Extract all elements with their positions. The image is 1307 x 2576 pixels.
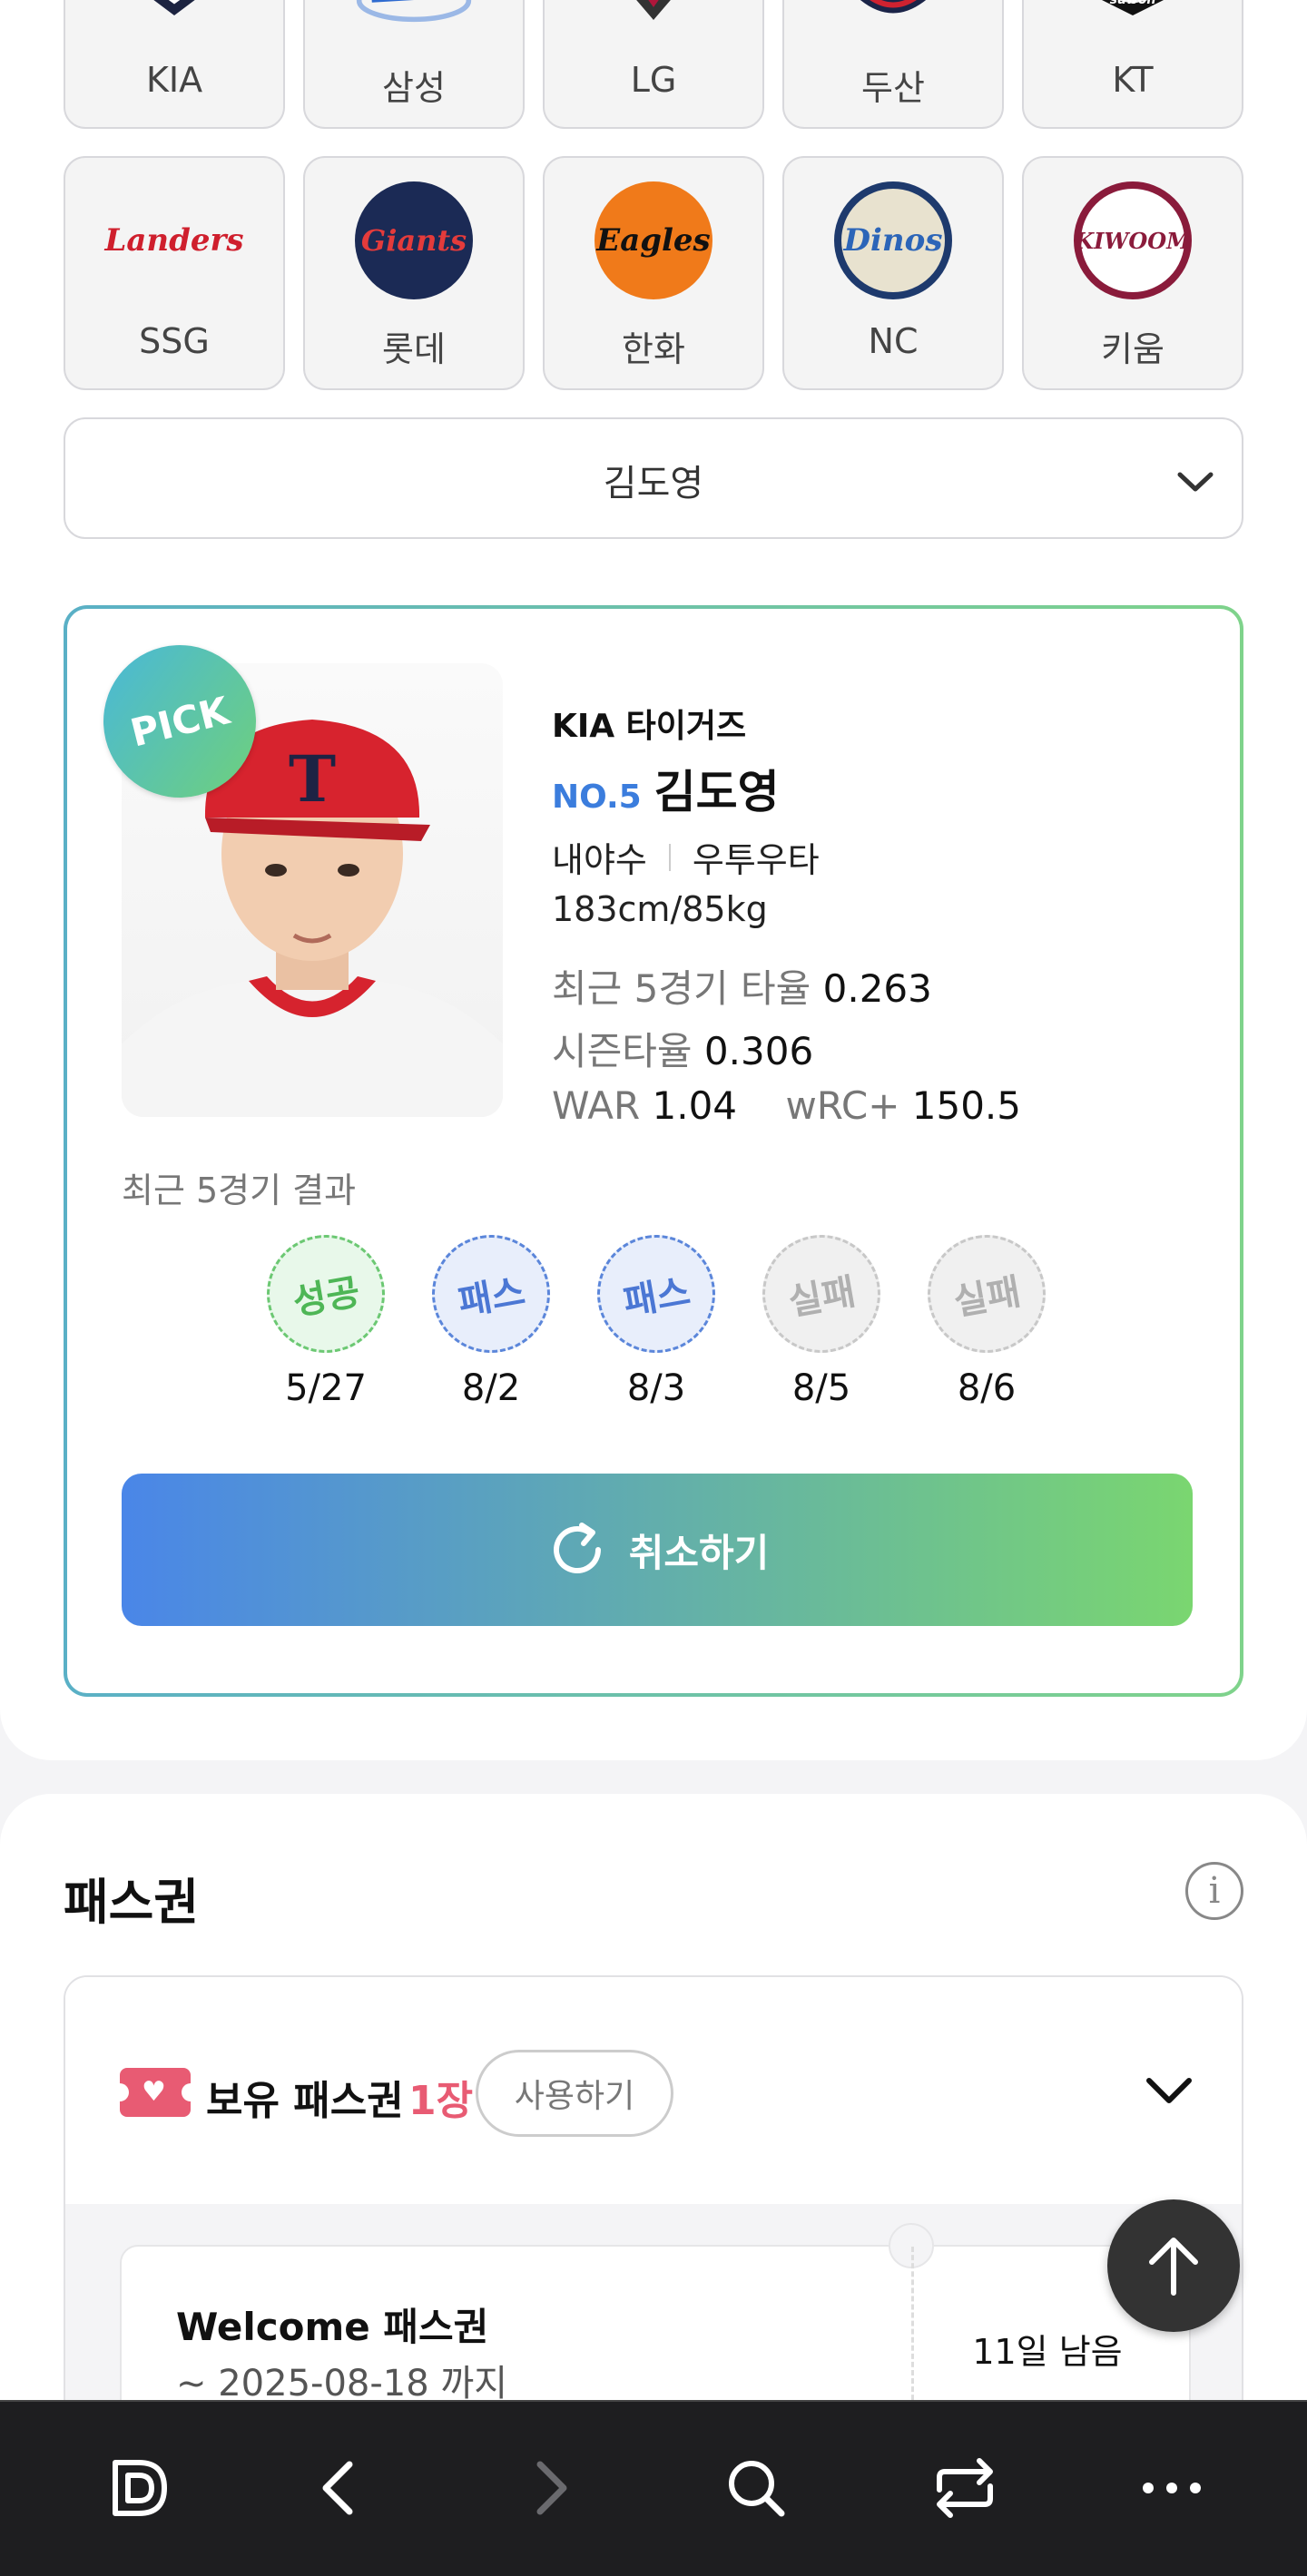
result-stamp: 실패 bbox=[918, 1225, 1056, 1363]
lg-logo-icon bbox=[595, 0, 712, 47]
scroll-to-top-button[interactable] bbox=[1107, 2199, 1240, 2332]
result-stamp: 패스 bbox=[587, 1225, 725, 1363]
recent-results: 성공 5/27 패스 8/2 패스 8/3 실패 8/5 실패 8/6 bbox=[257, 1225, 1084, 1416]
result-date: 5/27 bbox=[285, 1367, 367, 1409]
svg-text:T: T bbox=[289, 741, 336, 817]
more-icon bbox=[1143, 2483, 1201, 2493]
result-stamp: 성공 bbox=[257, 1225, 395, 1363]
info-icon[interactable]: i bbox=[1185, 1862, 1243, 1920]
stat-season: 시즌타율 0.306 bbox=[552, 1029, 814, 1073]
svg-text:suwon: suwon bbox=[1110, 0, 1156, 7]
result-item: 패스 8/3 bbox=[587, 1225, 725, 1409]
hold-count: 1장 bbox=[408, 2078, 474, 2124]
result-item: 패스 8/2 bbox=[422, 1225, 560, 1409]
ticket-icon: ♥ bbox=[111, 2068, 200, 2117]
samsung-logo-icon bbox=[355, 0, 473, 47]
result-stamp: 실패 bbox=[752, 1225, 890, 1363]
ticket-title: Welcome 패스권 bbox=[176, 2305, 489, 2349]
result-date: 8/2 bbox=[461, 1367, 521, 1409]
hanwha-logo-icon: Eagles bbox=[595, 181, 712, 299]
d-logo-button[interactable] bbox=[98, 2447, 180, 2529]
team-button-samsung[interactable]: 삼성 bbox=[303, 0, 525, 129]
stat-war-wrc: WAR 1.04 wRC+ 150.5 bbox=[552, 1083, 1022, 1128]
switch-button[interactable] bbox=[924, 2447, 1006, 2529]
player-team: KIA 타이거즈 bbox=[552, 708, 747, 745]
doosan-logo-icon bbox=[834, 0, 952, 47]
search-icon bbox=[729, 2461, 785, 2517]
team-name: LG bbox=[630, 60, 677, 100]
recent-results-label: 최근 5경기 결과 bbox=[122, 1170, 357, 1210]
ticket-expiry: ~ 2025-08-18 까지 bbox=[176, 2363, 508, 2405]
d-logo-icon bbox=[113, 2460, 167, 2516]
ssg-logo-icon: Landers bbox=[104, 222, 244, 259]
nc-logo-icon: Dinos bbox=[834, 181, 952, 299]
cancel-label: 취소하기 bbox=[628, 1530, 770, 1575]
refresh-icon bbox=[553, 1523, 601, 1573]
player-body: 183cm/85kg bbox=[552, 889, 768, 929]
team-button-lotte[interactable]: Giants 롯데 bbox=[303, 156, 525, 390]
team-button-kt[interactable]: suwon KT bbox=[1022, 0, 1243, 129]
pass-header[interactable]: ♥ 보유 패스권 1장 사용하기 bbox=[65, 1977, 1242, 2204]
back-button[interactable] bbox=[300, 2447, 381, 2529]
team-name: 삼성 bbox=[382, 68, 446, 108]
team-button-kia[interactable]: KIA bbox=[64, 0, 285, 129]
team-name: NC bbox=[868, 321, 919, 361]
switch-icon bbox=[937, 2458, 993, 2518]
player-number: NO.5 bbox=[552, 779, 642, 816]
team-button-doosan[interactable]: 두산 bbox=[782, 0, 1004, 129]
kia-logo-icon bbox=[115, 0, 233, 47]
result-stamp: 패스 bbox=[422, 1225, 560, 1363]
result-date: 8/3 bbox=[626, 1367, 686, 1409]
ticket-remaining: 11일 남음 bbox=[972, 2332, 1123, 2372]
cancel-button[interactable]: 취소하기 bbox=[122, 1474, 1193, 1626]
team-button-nc[interactable]: Dinos NC bbox=[782, 156, 1004, 390]
player-select-value: 김도영 bbox=[603, 463, 704, 504]
team-button-kiwoom[interactable]: KIWOOM 키움 bbox=[1022, 156, 1243, 390]
forward-icon bbox=[536, 2461, 567, 2515]
result-item: 성공 5/27 bbox=[257, 1225, 395, 1409]
kiwoom-logo-icon: KIWOOM bbox=[1074, 181, 1192, 299]
use-pass-button[interactable]: 사용하기 bbox=[476, 2050, 673, 2137]
hold-label: 보유 패스권 bbox=[206, 2078, 404, 2124]
search-button[interactable] bbox=[715, 2447, 797, 2529]
team-button-hanwha[interactable]: Eagles 한화 bbox=[543, 156, 764, 390]
pass-title: 패스권 bbox=[64, 1874, 200, 1931]
back-icon bbox=[322, 2461, 353, 2515]
pick-card: T PICK KIA 타이거즈 NO.5 김도영 내야수 우투우타 183cm/… bbox=[64, 605, 1243, 1697]
player-name: 김도영 bbox=[654, 766, 780, 818]
team-button-lg[interactable]: LG bbox=[543, 0, 764, 129]
chevron-down-icon bbox=[1177, 472, 1214, 492]
team-button-ssg[interactable]: Landers SSG bbox=[64, 156, 285, 390]
result-item: 실패 8/5 bbox=[752, 1225, 890, 1409]
divider bbox=[668, 843, 671, 871]
result-item: 실패 8/6 bbox=[918, 1225, 1056, 1409]
forward-button[interactable] bbox=[508, 2447, 590, 2529]
player-select[interactable]: 김도영 bbox=[64, 417, 1243, 539]
team-name: SSG bbox=[139, 321, 210, 361]
lotte-logo-icon: Giants bbox=[355, 181, 473, 299]
result-date: 8/6 bbox=[957, 1367, 1017, 1409]
team-name: 롯데 bbox=[382, 329, 446, 369]
more-button[interactable] bbox=[1131, 2447, 1213, 2529]
team-name: 두산 bbox=[861, 68, 925, 108]
result-date: 8/5 bbox=[791, 1367, 851, 1409]
chevron-down-icon[interactable] bbox=[1142, 2068, 1196, 2113]
arrow-up-icon bbox=[1149, 2238, 1198, 2296]
player-info: KIA 타이거즈 NO.5 김도영 내야수 우투우타 183cm/85kg 최근… bbox=[552, 700, 1205, 1128]
player-position: 내야수 bbox=[552, 840, 647, 880]
team-name: KT bbox=[1112, 60, 1154, 100]
team-player-panel: KIA 삼성 LG 두산 suwon KT Landers SSG Giants… bbox=[0, 0, 1307, 1760]
browser-bottom-bar bbox=[0, 2400, 1307, 2576]
kt-logo-icon: suwon bbox=[1074, 0, 1192, 47]
stat-recent5: 최근 5경기 타율 0.263 bbox=[552, 966, 932, 1011]
team-name: KIA bbox=[145, 60, 203, 100]
team-name: 한화 bbox=[622, 329, 685, 369]
player-bats-throws: 우투우타 bbox=[692, 840, 820, 880]
team-name: 키움 bbox=[1101, 329, 1165, 369]
